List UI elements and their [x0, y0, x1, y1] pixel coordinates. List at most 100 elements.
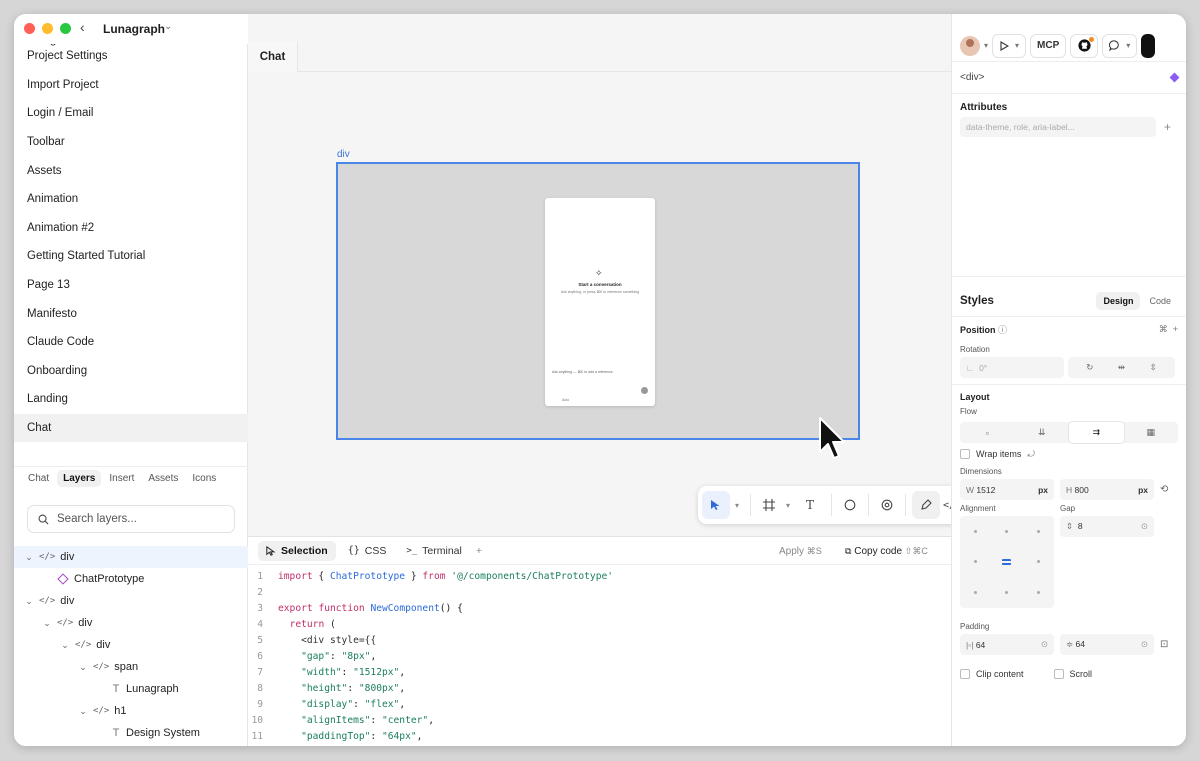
page-item[interactable]: Page 13: [14, 271, 248, 300]
info-icon[interactable]: ⓘ: [998, 325, 1007, 335]
height-input[interactable]: H 800 px: [1060, 479, 1154, 500]
tab-icons[interactable]: Icons: [186, 470, 222, 487]
page-item[interactable]: Landing: [14, 385, 248, 414]
chat-button[interactable]: ▾: [1102, 33, 1138, 58]
layer-row[interactable]: ⌄ </> div: [14, 546, 248, 568]
share-button[interactable]: [1141, 33, 1156, 58]
zoom-window-button[interactable]: [60, 23, 71, 34]
page-item[interactable]: Chat: [14, 413, 248, 443]
tab-insert[interactable]: Insert: [103, 470, 140, 487]
flip-vertical-icon[interactable]: ⇳: [1150, 362, 1157, 373]
close-window-button[interactable]: [24, 23, 35, 34]
layer-row[interactable]: ⌄ </> div: [14, 590, 248, 612]
align-dot[interactable]: [974, 591, 978, 595]
width-unit[interactable]: px: [1038, 485, 1048, 495]
align-center-icon[interactable]: [1002, 558, 1012, 565]
text-tool[interactable]: T: [795, 491, 825, 519]
frame-tool[interactable]: [757, 491, 781, 519]
align-dot[interactable]: [1036, 560, 1040, 564]
layers-search[interactable]: [27, 505, 235, 533]
page-item[interactable]: Animation #2: [14, 214, 248, 243]
chevron-down-icon[interactable]: ⌄: [60, 640, 70, 651]
height-unit[interactable]: px: [1138, 485, 1148, 495]
command-icon[interactable]: ⌘: [1159, 324, 1168, 334]
frame-label[interactable]: div: [337, 149, 350, 160]
layer-row[interactable]: ⌄ </> div: [14, 634, 248, 656]
layer-row[interactable]: T Design System: [14, 722, 248, 744]
github-button[interactable]: [1070, 33, 1099, 58]
flow-horizontal-icon[interactable]: ⇉: [1069, 422, 1124, 443]
padding-v-auto-icon[interactable]: ⊙: [1141, 639, 1148, 650]
component-diamond-icon[interactable]: [1169, 72, 1180, 83]
component-tool[interactable]: [875, 491, 899, 519]
layer-row[interactable]: ⌄ </> h1: [14, 700, 248, 722]
rotate-icon[interactable]: ↻: [1086, 362, 1093, 373]
tab-code[interactable]: Code: [1142, 292, 1178, 310]
flow-none-icon[interactable]: ▫: [960, 422, 1015, 443]
tab-design[interactable]: Design: [1096, 291, 1141, 310]
code-editor[interactable]: 1 import { ChatPrototype } from '@/compon…: [248, 565, 951, 745]
tab-chat[interactable]: Chat: [22, 470, 55, 487]
gap-auto-icon[interactable]: ⊙: [1141, 521, 1148, 532]
flow-grid-icon[interactable]: ▦: [1124, 422, 1179, 443]
padding-h-auto-icon[interactable]: ⊙: [1041, 639, 1048, 650]
selected-frame[interactable]: ✧ Start a conversation Ask anything, or …: [336, 162, 860, 440]
layer-row[interactable]: ⌄ </> span: [14, 656, 248, 678]
tab-terminal[interactable]: >_ Terminal: [398, 541, 470, 561]
align-dot[interactable]: [974, 560, 978, 564]
page-item[interactable]: Animation: [14, 185, 248, 214]
gap-input[interactable]: ⇕ 8 ⊙: [1060, 516, 1154, 537]
chevron-down-icon[interactable]: ⌄: [42, 618, 52, 629]
canvas[interactable]: Chat div ✧ Start a conversation Ask anyt…: [248, 14, 971, 536]
chevron-down-icon[interactable]: ⌄: [24, 596, 34, 607]
mcp-button[interactable]: MCP: [1030, 33, 1067, 58]
align-dot[interactable]: [1005, 591, 1009, 595]
chat-prototype-preview[interactable]: ✧ Start a conversation Ask anything, or …: [545, 198, 655, 406]
page-item[interactable]: Login / Email: [14, 99, 248, 128]
comment-tool[interactable]: [838, 491, 862, 519]
chevron-down-icon[interactable]: ⌄: [164, 21, 172, 32]
clip-content-checkbox[interactable]: Clip content: [960, 665, 1024, 683]
select-tool-menu-chevron-icon[interactable]: ▾: [730, 491, 744, 519]
apply-button[interactable]: Apply ⌘S: [779, 546, 822, 557]
padding-vertical-input[interactable]: ≑ 64 ⊙: [1060, 634, 1154, 655]
width-input[interactable]: W 1512 px: [960, 479, 1054, 500]
wrap-items-checkbox[interactable]: Wrap items ⤾: [960, 445, 1178, 463]
add-position-icon[interactable]: +: [1173, 324, 1178, 334]
layer-row[interactable]: ⌄ </> div: [14, 612, 248, 634]
attributes-input[interactable]: [960, 117, 1156, 137]
align-dot[interactable]: [974, 529, 978, 533]
chevron-down-icon[interactable]: ⌄: [24, 552, 34, 563]
align-dot[interactable]: [1036, 529, 1040, 533]
page-item[interactable]: Getting Started Tutorial: [14, 242, 248, 271]
play-button[interactable]: ▾: [992, 33, 1027, 58]
search-layers-input[interactable]: [57, 513, 217, 525]
layer-row[interactable]: T Lunagraph: [14, 678, 248, 700]
back-icon[interactable]: ‹: [80, 19, 85, 35]
align-dot[interactable]: [1005, 529, 1009, 533]
tab-selection[interactable]: Selection: [258, 540, 336, 561]
add-tab-icon[interactable]: +: [476, 545, 482, 557]
tab-assets[interactable]: Assets: [142, 470, 184, 487]
copy-code-button[interactable]: ⧉ Copy code ⇧⌘C: [845, 546, 928, 557]
minimize-window-button[interactable]: [42, 23, 53, 34]
page-item[interactable]: Manifesto: [14, 299, 248, 328]
layer-row[interactable]: ChatPrototype: [14, 568, 248, 590]
page-item[interactable]: Assets: [14, 156, 248, 185]
flip-horizontal-icon[interactable]: ⇹: [1118, 362, 1125, 373]
app-title[interactable]: Lunagraph: [103, 22, 165, 36]
pen-tool[interactable]: [912, 491, 940, 519]
padding-individual-icon[interactable]: ⊡: [1160, 639, 1168, 650]
flow-vertical-icon[interactable]: ⇊: [1015, 422, 1070, 443]
page-item[interactable]: Toolbar: [14, 128, 248, 157]
scroll-checkbox[interactable]: Scroll: [1053, 665, 1092, 683]
tab-chat[interactable]: Chat: [248, 42, 298, 72]
rotation-input[interactable]: ∟ 0°: [960, 357, 1064, 378]
select-tool[interactable]: [702, 491, 730, 519]
avatar[interactable]: [960, 35, 980, 56]
add-attribute-icon[interactable]: +: [1164, 120, 1171, 134]
page-item[interactable]: Project Settings: [14, 42, 248, 71]
constrain-icon[interactable]: ⟲: [1160, 484, 1168, 495]
frame-tool-menu-chevron-icon[interactable]: ▾: [781, 491, 795, 519]
page-item[interactable]: Claude Code: [14, 328, 248, 357]
